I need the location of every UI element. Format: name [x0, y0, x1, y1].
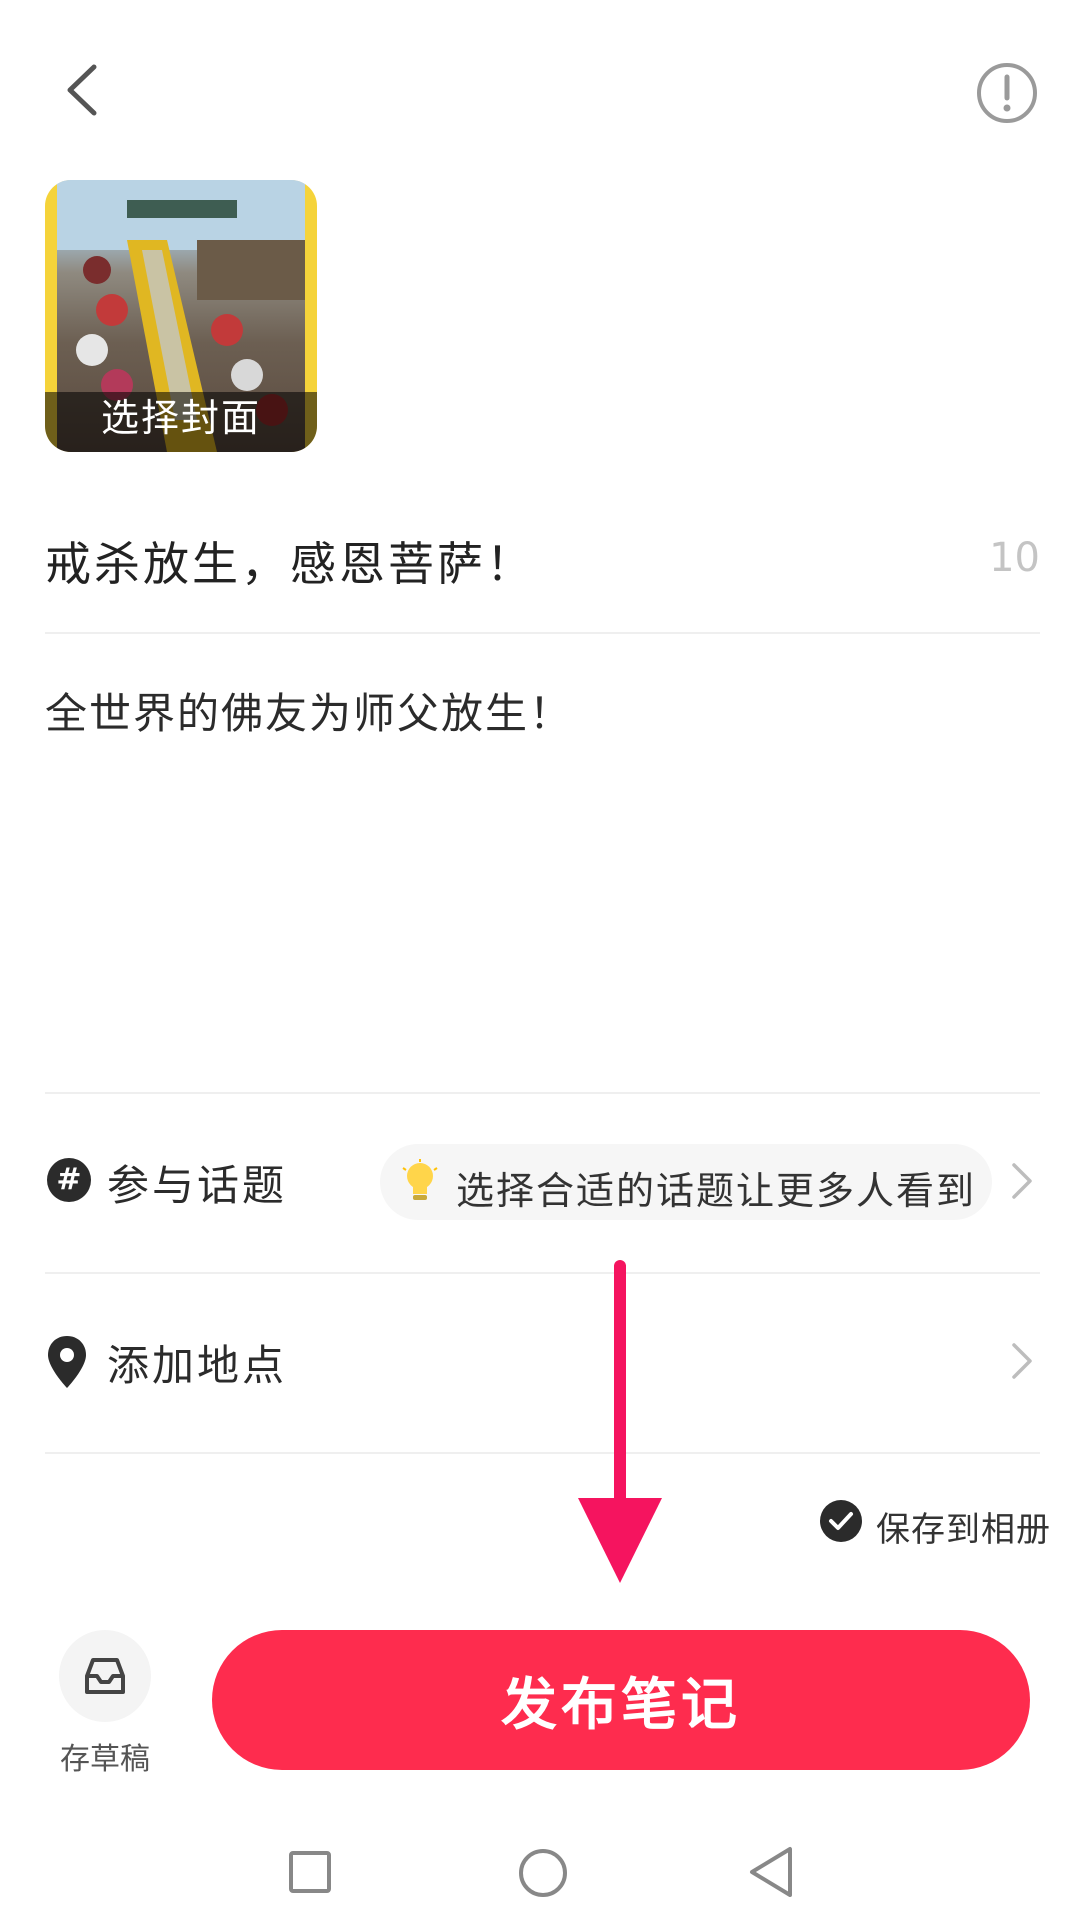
- hashtag-icon: #: [47, 1158, 91, 1202]
- divider: [45, 1272, 1040, 1274]
- chevron-left-icon: [67, 64, 97, 116]
- publish-note-button[interactable]: 发布笔记: [212, 1630, 1030, 1770]
- topic-suggestion-pill[interactable]: 选择合适的话题让更多人看到: [380, 1144, 992, 1220]
- arrow-down-annotation: [578, 1260, 662, 1583]
- save-draft-button[interactable]: 存草稿: [55, 1630, 155, 1780]
- draft-icon-circle: [59, 1630, 151, 1722]
- chevron-right-icon: [1012, 1343, 1032, 1379]
- info-button[interactable]: [974, 60, 1040, 126]
- divider: [45, 1092, 1040, 1094]
- body-textarea[interactable]: 全世界的佛友为师父放生！: [45, 680, 573, 741]
- checkmark-icon: [820, 1500, 862, 1542]
- nav-back-icon[interactable]: [748, 1845, 796, 1899]
- chevron-right-icon: [1012, 1163, 1032, 1199]
- cover-label: 选择封面: [100, 396, 261, 440]
- inbox-icon: [85, 1658, 125, 1694]
- topic-hint: 选择合适的话题让更多人看到: [456, 1169, 977, 1213]
- back-button[interactable]: [50, 55, 120, 125]
- save-to-album-label: 保存到相册: [876, 1510, 1051, 1550]
- home-icon[interactable]: [517, 1847, 569, 1899]
- location-row[interactable]: 添加地点: [45, 1306, 1040, 1416]
- topic-row[interactable]: # 参与话题 选择合适的话题让更多人看到: [45, 1126, 1040, 1236]
- location-label: 添加地点: [107, 1341, 288, 1390]
- save-draft-label: 存草稿: [60, 1742, 150, 1777]
- divider: [45, 1452, 1040, 1454]
- title-input[interactable]: 戒杀放生，感恩菩萨！: [45, 528, 535, 594]
- cover-selector[interactable]: 选择封面: [45, 180, 317, 452]
- topic-label: 参与话题: [107, 1161, 288, 1210]
- divider: [45, 632, 1040, 634]
- lightbulb-icon: [402, 1159, 438, 1200]
- recent-apps-icon[interactable]: [288, 1850, 332, 1894]
- location-pin-icon: [48, 1336, 86, 1388]
- exclamation-circle-icon: [977, 63, 1037, 123]
- save-to-album-toggle[interactable]: 保存到相册: [820, 1498, 1050, 1550]
- title-char-count: 10: [989, 535, 1040, 581]
